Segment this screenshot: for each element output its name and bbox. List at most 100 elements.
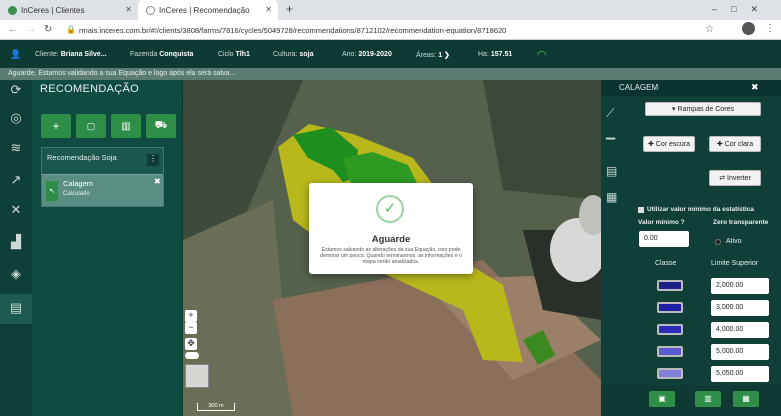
calculator-icon[interactable]: ▦: [606, 190, 617, 204]
nav-globe-icon[interactable]: ◎: [6, 110, 26, 128]
class-color-swatch[interactable]: [657, 302, 683, 313]
inverter-button[interactable]: ⇄ Inverter: [709, 170, 761, 186]
tab-title: InCeres | Recomendação: [159, 5, 250, 15]
document-icon: ▢: [86, 120, 96, 131]
inverter-label: Inverter: [727, 174, 751, 182]
forward-icon[interactable]: →: [26, 24, 36, 35]
class-limit-input[interactable]: 3,000.00: [711, 300, 769, 316]
back-icon[interactable]: ←: [8, 24, 18, 35]
class-limit-input[interactable]: 4,000.00: [711, 322, 769, 338]
class-limit-input[interactable]: 2,000.00: [711, 278, 769, 294]
wifi-icon: ◠: [537, 49, 547, 61]
class-row: 2,000.00: [633, 276, 781, 296]
loading-icon: [146, 5, 155, 15]
close-icon[interactable]: ✕: [265, 5, 272, 14]
right-header: CALAGEM ✖: [601, 80, 781, 96]
status-banner: Aguarde, Estamos validando a sua Equação…: [0, 68, 781, 80]
help-icon: ?: [680, 219, 685, 226]
calculator-icon: ▦: [742, 394, 750, 403]
nav-chart-icon[interactable]: ↗: [6, 172, 26, 190]
save-button[interactable]: ▣: [649, 391, 675, 407]
close-icon[interactable]: ✖: [751, 82, 759, 93]
checkmark-icon: ✓: [376, 195, 404, 223]
rampas-de-cores-button[interactable]: ▾ Rampas de Cores: [645, 102, 761, 116]
classe-header: Classe: [655, 260, 677, 267]
cliente-info[interactable]: Cliente: Briana Silve...: [35, 51, 107, 58]
usar-minimo-checkbox[interactable]: [638, 207, 644, 213]
tab-recomendacao[interactable]: InCeres | Recomendação ✕: [138, 0, 278, 20]
nav-cycle-icon[interactable]: ⟳: [6, 82, 26, 100]
document-icon: ▤: [9, 300, 23, 315]
class-limit-input[interactable]: 5,000.00: [711, 344, 769, 360]
document-button[interactable]: ▢: [76, 114, 106, 138]
class-color-swatch[interactable]: [657, 324, 683, 335]
nav-terrain-icon[interactable]: ≋: [6, 140, 26, 158]
menu-icon[interactable]: ⋮: [765, 23, 775, 34]
window-controls[interactable]: –□✕: [712, 4, 772, 15]
ciclo-info[interactable]: Ciclo Tlh1: [218, 51, 250, 58]
move-icon[interactable]: ✥: [185, 338, 197, 350]
class-row: 4,000.00: [633, 320, 781, 340]
nav-satellite-icon[interactable]: ✕: [6, 202, 26, 220]
valor-minimo-input[interactable]: 0.00: [639, 231, 689, 247]
tab-title: InCeres | Clientes: [21, 5, 85, 15]
document-icon[interactable]: ▤: [606, 164, 617, 178]
class-color-swatch[interactable]: [657, 368, 683, 379]
remove-item-icon[interactable]: ✖: [154, 177, 161, 186]
cor-escura-button[interactable]: ✚ Cor escura: [643, 136, 695, 152]
class-limit-input[interactable]: 5,050.00: [711, 366, 769, 382]
class-color-swatch[interactable]: [657, 346, 683, 357]
books-button[interactable]: ▥: [111, 114, 141, 138]
zoom-in-button[interactable]: +: [185, 310, 197, 322]
class-row: 5,050.00: [633, 364, 781, 384]
nav-factory-icon[interactable]: ▟: [6, 234, 26, 252]
recommendation-card: Recomendação Soja ⋮ ↖ Calagem Calculado …: [41, 147, 164, 207]
ano-info[interactable]: Ano: 2019-2020: [342, 51, 392, 58]
nav-recommendation-active[interactable]: ▤: [0, 294, 32, 324]
calagem-item[interactable]: ↖ Calagem Calculado ✖: [42, 174, 163, 206]
chart-icon[interactable]: ⟋: [606, 106, 614, 121]
save-icon: ▣: [658, 394, 666, 403]
nav-layers-icon[interactable]: ◈: [6, 266, 26, 284]
add-button[interactable]: +: [41, 114, 71, 138]
plus-icon: +: [52, 119, 60, 133]
user-icon[interactable]: 👤: [10, 49, 21, 60]
right-content: ▾ Rampas de Cores ✚ Cor escura ✚ Cor cla…: [633, 96, 781, 416]
ha-info: Ha: 157.51: [478, 51, 513, 58]
new-tab-icon[interactable]: +: [286, 2, 293, 16]
tractor-icon: ⛟: [154, 119, 168, 131]
cor-escura-label: Cor escura: [655, 140, 691, 148]
browser-tab-bar: InCeres | Clientes ✕ InCeres | Recomenda…: [0, 0, 781, 20]
fazenda-info[interactable]: Fazenda Conquista: [130, 51, 193, 58]
card-menu-icon[interactable]: ⋮: [147, 154, 159, 166]
tractor-button[interactable]: ⛟: [146, 114, 176, 138]
card-title: Recomendação Soja: [47, 153, 117, 162]
basemap-thumbnail[interactable]: [185, 364, 209, 388]
tab-clientes[interactable]: InCeres | Clientes ✕: [0, 0, 138, 20]
class-row: 3,000.00: [633, 298, 781, 318]
ativo-label: Ativo: [726, 238, 742, 245]
cultura-info[interactable]: Cultura: soja: [273, 51, 313, 58]
reload-icon[interactable]: ↻: [44, 24, 52, 35]
class-color-swatch[interactable]: [657, 280, 683, 291]
ativo-toggle[interactable]: [715, 239, 721, 245]
valor-minimo-label: Valor mínimo ?: [638, 219, 685, 226]
url-field[interactable]: rmais.inceres.com.br/#!/clients/3808/far…: [79, 26, 506, 35]
scale-bar: 300 m: [197, 403, 235, 411]
books-button[interactable]: ▥: [695, 391, 721, 407]
paint-roller-icon[interactable]: ▔: [606, 138, 615, 152]
class-row: 5,000.00: [633, 342, 781, 362]
cor-clara-button[interactable]: ✚ Cor clara: [709, 136, 761, 152]
profile-icon[interactable]: [742, 22, 755, 35]
zoom-out-button[interactable]: −: [185, 322, 197, 334]
calagem-panel: CALAGEM ✖ ⟋ ▔ ▤ ▦ ▾ Rampas de Cores ✚ Co…: [601, 80, 781, 416]
areas-dropdown[interactable]: Áreas: 1 ❯: [416, 51, 450, 59]
star-icon[interactable]: ☆: [705, 24, 714, 35]
plus-icon: ✚: [716, 141, 723, 148]
calculator-button[interactable]: ▦: [733, 391, 759, 407]
dialog-title: Aguarde: [371, 234, 411, 245]
item-title: Calagem: [63, 179, 94, 188]
close-icon[interactable]: ✕: [125, 5, 132, 14]
favicon-icon: [8, 5, 17, 15]
layer-toggle[interactable]: [185, 352, 199, 359]
